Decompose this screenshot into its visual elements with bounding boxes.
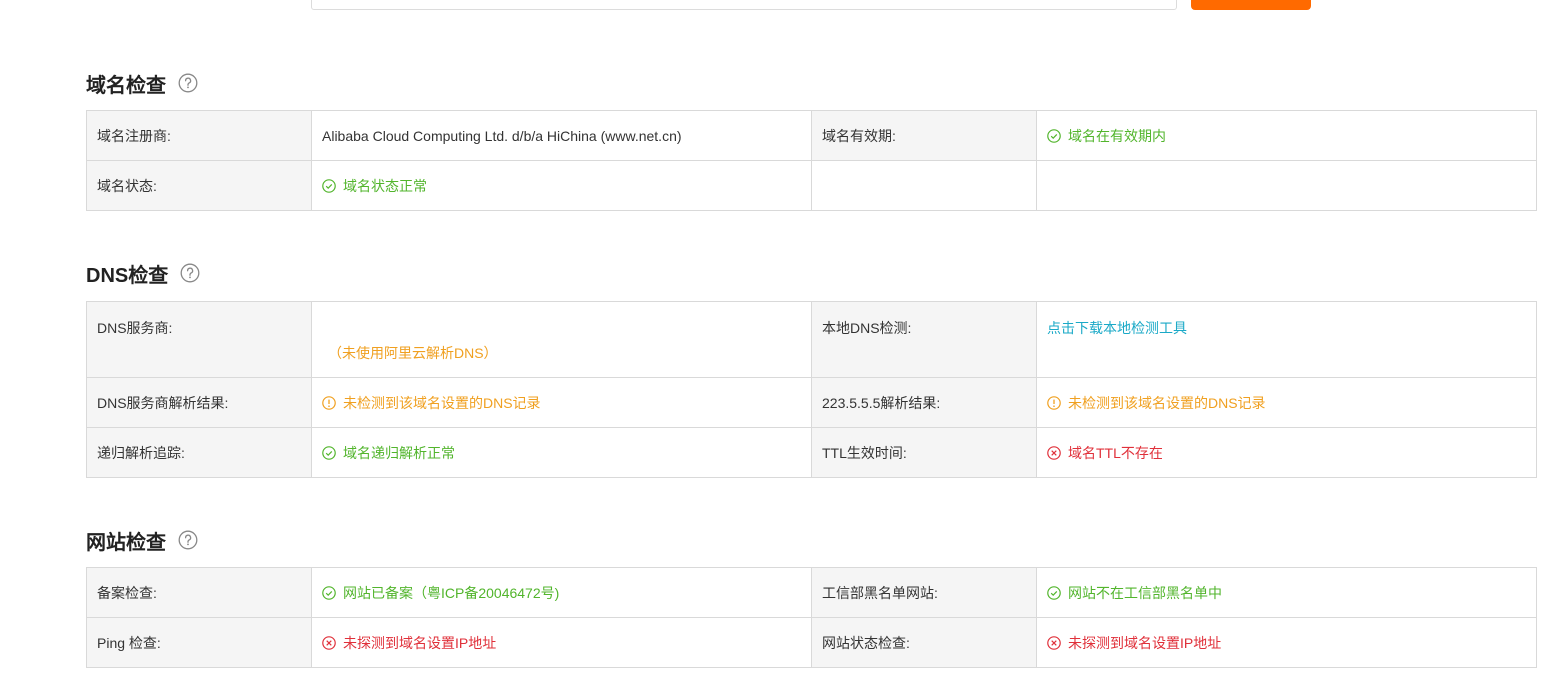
empty-cell	[1036, 160, 1537, 211]
recursion-cell: 域名递归解析正常	[311, 427, 812, 478]
local-dns-cell: 点击下载本地检测工具	[1036, 301, 1537, 378]
recursion-value: 域名递归解析正常	[343, 444, 455, 461]
site-check-title: 网站检查	[86, 526, 198, 554]
blacklist-cell: 网站不在工信部黑名单中	[1036, 567, 1537, 618]
public-dns-result-label: 223.5.5.5解析结果:	[811, 377, 1037, 428]
dns-provider-cell: （未使用阿里云解析DNS）	[311, 301, 812, 378]
check-circle-icon	[322, 445, 336, 460]
help-icon[interactable]	[178, 73, 198, 93]
x-circle-icon	[322, 635, 336, 650]
icp-value: 网站已备案（粤ICP备20046472号)	[343, 584, 560, 601]
empty-cell	[811, 160, 1037, 211]
x-circle-icon	[1047, 445, 1061, 460]
ping-status: 未探测到域名设置IP地址	[322, 633, 496, 653]
check-circle-icon	[1047, 128, 1061, 143]
domain-check-title-text: 域名检查	[86, 74, 166, 97]
domain-status: 域名状态正常	[322, 176, 427, 196]
ttl-value: 域名TTL不存在	[1068, 444, 1163, 461]
ping-value: 未探测到域名设置IP地址	[343, 634, 497, 651]
expiry-status: 域名在有效期内	[1047, 126, 1166, 146]
table-row: DNS服务商: （未使用阿里云解析DNS） 本地DNS检测: 点击下载本地检测工…	[86, 301, 1537, 378]
domain-check-table: 域名注册商: Alibaba Cloud Computing Ltd. d/b/…	[86, 110, 1537, 211]
search-input[interactable]	[311, 0, 1177, 10]
expiry-value: 域名在有效期内	[1068, 127, 1166, 144]
dns-check-table: DNS服务商: （未使用阿里云解析DNS） 本地DNS检测: 点击下载本地检测工…	[86, 301, 1537, 478]
expiry-label: 域名有效期:	[811, 110, 1037, 161]
blacklist-label: 工信部黑名单网站:	[811, 567, 1037, 618]
site-status-cell: 未探测到域名设置IP地址	[1036, 617, 1537, 668]
recursion-status: 域名递归解析正常	[322, 443, 455, 463]
site-check-table: 备案检查: 网站已备案（粤ICP备20046472号) 工信部黑名单网站: 网站…	[86, 567, 1537, 668]
site-status: 未探测到域名设置IP地址	[1047, 633, 1221, 653]
registrar-label: 域名注册商:	[86, 110, 312, 161]
table-row: Ping 检查: 未探测到域名设置IP地址 网站状态检查: 未探测到域名设置IP…	[86, 617, 1537, 668]
ttl-cell: 域名TTL不存在	[1036, 427, 1537, 478]
x-circle-icon	[1047, 635, 1061, 650]
ping-cell: 未探测到域名设置IP地址	[311, 617, 812, 668]
local-dns-label: 本地DNS检测:	[811, 301, 1037, 378]
table-row: 备案检查: 网站已备案（粤ICP备20046472号) 工信部黑名单网站: 网站…	[86, 567, 1537, 618]
ping-label: Ping 检查:	[86, 617, 312, 668]
help-icon[interactable]	[178, 530, 198, 550]
expiry-cell: 域名在有效期内	[1036, 110, 1537, 161]
icp-status: 网站已备案（粤ICP备20046472号)	[322, 583, 559, 603]
ttl-status: 域名TTL不存在	[1047, 443, 1163, 463]
public-dns-result-value: 未检测到该域名设置的DNS记录	[1068, 394, 1266, 411]
download-tool-link[interactable]: 点击下载本地检测工具	[1047, 320, 1187, 336]
icp-cell: 网站已备案（粤ICP备20046472号)	[311, 567, 812, 618]
recursion-label: 递归解析追踪:	[86, 427, 312, 478]
registrar-value: Alibaba Cloud Computing Ltd. d/b/a HiChi…	[311, 110, 812, 161]
check-circle-icon	[322, 178, 336, 193]
ttl-label: TTL生效时间:	[811, 427, 1037, 478]
domain-status-label: 域名状态:	[86, 160, 312, 211]
dns-provider-note: （未使用阿里云解析DNS）	[328, 345, 498, 361]
domain-status-cell: 域名状态正常	[311, 160, 812, 211]
dns-provider-result-status: 未检测到该域名设置的DNS记录	[322, 393, 541, 413]
dns-provider-result-label: DNS服务商解析结果:	[86, 377, 312, 428]
dns-provider-label: DNS服务商:	[86, 301, 312, 378]
dns-check-title: DNS检查	[86, 259, 200, 287]
dns-check-title-text: DNS检查	[86, 264, 169, 287]
table-row: 域名注册商: Alibaba Cloud Computing Ltd. d/b/…	[86, 110, 1537, 161]
domain-status-value: 域名状态正常	[343, 177, 427, 194]
exclamation-circle-icon	[1047, 395, 1061, 410]
search-button[interactable]	[1191, 0, 1311, 10]
table-row: 域名状态: 域名状态正常	[86, 160, 1537, 211]
site-status-label: 网站状态检查:	[811, 617, 1037, 668]
blacklist-status: 网站不在工信部黑名单中	[1047, 583, 1222, 603]
public-dns-result-cell: 未检测到该域名设置的DNS记录	[1036, 377, 1537, 428]
table-row: DNS服务商解析结果: 未检测到该域名设置的DNS记录 223.5.5.5解析结…	[86, 377, 1537, 428]
public-dns-result-status: 未检测到该域名设置的DNS记录	[1047, 393, 1266, 413]
dns-provider-result-cell: 未检测到该域名设置的DNS记录	[311, 377, 812, 428]
dns-provider-result-value: 未检测到该域名设置的DNS记录	[343, 394, 541, 411]
domain-check-title: 域名检查	[86, 69, 198, 97]
exclamation-circle-icon	[322, 395, 336, 410]
blacklist-value: 网站不在工信部黑名单中	[1068, 584, 1222, 601]
icp-label: 备案检查:	[86, 567, 312, 618]
table-row: 递归解析追踪: 域名递归解析正常 TTL生效时间: 域名TTL不存在	[86, 427, 1537, 478]
check-circle-icon	[1047, 585, 1061, 600]
check-circle-icon	[322, 585, 336, 600]
help-icon[interactable]	[180, 263, 200, 283]
site-status-value: 未探测到域名设置IP地址	[1068, 634, 1222, 651]
site-check-title-text: 网站检查	[86, 531, 166, 554]
